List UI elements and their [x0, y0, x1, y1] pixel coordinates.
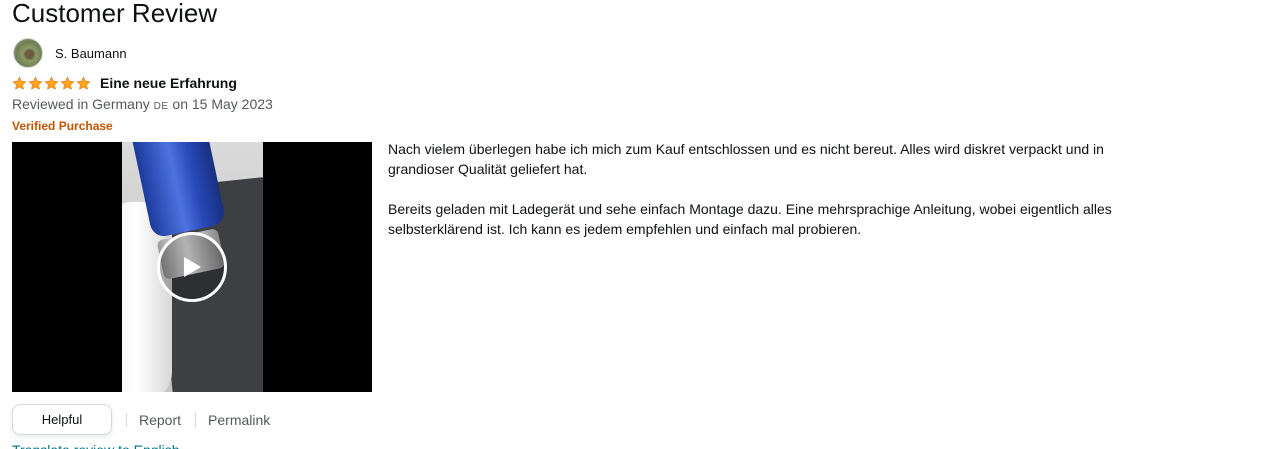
review-actions: Helpful Report Permalink — [12, 404, 270, 435]
verified-purchase-badge[interactable]: Verified Purchase — [12, 118, 113, 134]
play-icon — [184, 257, 201, 277]
divider — [195, 412, 197, 427]
star-icon — [12, 75, 27, 90]
star-icon — [44, 75, 59, 90]
review-body: Nach vielem überlegen habe ich mich zum … — [388, 139, 1148, 259]
country-code: DE — [153, 101, 169, 112]
play-button[interactable] — [157, 232, 227, 302]
review-date: on 15 May 2023 — [172, 96, 273, 112]
reviewer-name[interactable]: S. Baumann — [55, 46, 127, 61]
avatar[interactable] — [13, 38, 43, 68]
star-rating[interactable] — [12, 75, 91, 91]
customer-review-page: Customer Review S. Baumann Eine neue Erf… — [0, 0, 1282, 449]
translate-review-link[interactable]: Translate review to English — [12, 441, 180, 449]
review-paragraph: Nach vielem überlegen habe ich mich zum … — [388, 141, 1104, 177]
review-paragraph: Bereits geladen mit Ladegerät und sehe e… — [388, 201, 1112, 237]
report-link[interactable]: Report — [139, 412, 181, 428]
star-icon — [60, 75, 75, 90]
rating-row: Eine neue Erfahrung — [12, 74, 237, 92]
permalink-link[interactable]: Permalink — [208, 412, 270, 428]
reviewer-profile[interactable]: S. Baumann — [13, 38, 127, 68]
helpful-button[interactable]: Helpful — [12, 404, 112, 435]
page-title: Customer Review — [12, 0, 218, 28]
star-icon — [76, 75, 91, 90]
review-title[interactable]: Eine neue Erfahrung — [100, 75, 237, 91]
review-video[interactable] — [12, 142, 372, 392]
review-country: Reviewed in Germany — [12, 96, 150, 112]
divider — [126, 412, 127, 427]
star-icon — [28, 75, 43, 90]
review-meta: Reviewed in Germany DE on 15 May 2023 — [12, 95, 273, 116]
